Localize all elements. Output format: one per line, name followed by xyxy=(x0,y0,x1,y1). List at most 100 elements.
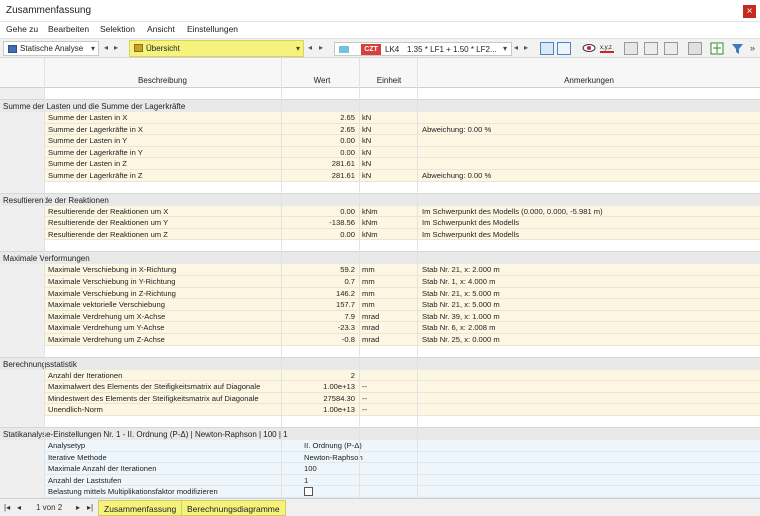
next-analysis-button[interactable]: ▸ xyxy=(114,43,118,52)
table-row[interactable]: Maximalwert des Elements der Steifigkeit… xyxy=(44,381,760,393)
section-header[interactable]: Summe der Lasten und die Summe der Lager… xyxy=(0,99,760,112)
loadcase-select[interactable]: CZT LK4 1.35 * LF1 + 1.50 * LF2... ▾ xyxy=(334,42,512,56)
row-value: 2 xyxy=(350,370,355,380)
row-description: Summe der Lagerkräfte in Y xyxy=(48,147,143,157)
prev-loadcase-button[interactable]: ◂ xyxy=(514,43,518,52)
section-header[interactable]: Maximale Verformungen xyxy=(0,251,760,265)
row-value: 281.61 xyxy=(331,171,355,180)
row-value: 0.00 xyxy=(340,136,355,146)
row-remark: Im Schwerpunkt des Modells xyxy=(422,229,520,239)
row-remark: Stab Nr. 25, x: 0.000 m xyxy=(422,335,500,344)
settings-row[interactable]: Analysetyp II. Ordnung (P-Δ) xyxy=(44,440,760,452)
loadcase-category-badge: CZT xyxy=(361,44,381,55)
table-row[interactable]: Unendlich-Norm 1.00e+13 -- xyxy=(44,404,760,416)
table-rows-icon[interactable] xyxy=(644,42,658,55)
section-header[interactable]: Resultierende der Reaktionen xyxy=(0,192,760,206)
table-row[interactable]: Maximale Verdrehung um Y-Achse -23.3 mrad S… xyxy=(44,322,760,334)
table-row[interactable]: Resultierende der Reaktionen um Z 0.00 kNm… xyxy=(44,228,760,241)
row-description: Maximale Verschiebung in X-Richtung xyxy=(48,265,177,275)
tab-zusammenfassung[interactable]: Zusammenfassung xyxy=(98,500,183,516)
green-export-icon[interactable] xyxy=(710,42,724,55)
first-page-button[interactable]: |◂ xyxy=(4,503,10,512)
table-row[interactable]: Maximale Verdrehung um X-Achse 7.9 mrad Sta… xyxy=(44,310,760,323)
analysis-icon xyxy=(8,45,17,53)
table-row[interactable]: Anzahl der Iterationen 2 xyxy=(44,369,760,382)
view-eye-icon[interactable] xyxy=(582,42,596,55)
settings-row[interactable]: Anzahl der Laststufen 1 xyxy=(44,474,760,487)
chevron-down-icon: ▾ xyxy=(90,44,95,53)
row-value: -0.8 xyxy=(341,335,355,344)
row-description: Resultierende der Reaktionen um Z xyxy=(48,229,168,239)
analysis-type-select[interactable]: Statische Analyse ▾ xyxy=(3,41,99,56)
row-remark: Stab Nr. 21, x: 5.000 m xyxy=(422,288,500,298)
settings-row[interactable]: Iterative Methode Newton-Raphson xyxy=(44,451,760,464)
table-row[interactable]: Summe der Lasten in X 2.65 kN xyxy=(44,112,760,124)
view-select[interactable]: Übersicht ▾ xyxy=(129,40,304,57)
menu-edit[interactable]: Bearbeiten xyxy=(48,24,89,34)
prev-view-button[interactable]: ◂ xyxy=(308,43,312,52)
settings-row[interactable]: Belastung mittels Multiplikationsfaktor … xyxy=(44,486,760,498)
next-loadcase-button[interactable]: ▸ xyxy=(524,43,528,52)
table-row[interactable]: Maximale Verschiebung in Z-Richtung 146.2… xyxy=(44,287,760,300)
row-unit: mrad xyxy=(362,323,380,333)
next-page-button[interactable]: ▸ xyxy=(76,503,80,512)
xyz-axes-icon[interactable]: x,y,z xyxy=(599,42,614,55)
close-icon[interactable]: × xyxy=(743,5,756,18)
menu-settings[interactable]: Einstellungen xyxy=(187,24,238,34)
next-view-button[interactable]: ▸ xyxy=(319,43,323,52)
table-row[interactable]: Maximale vektorielle Verschiebung 157.7 mm… xyxy=(44,299,760,311)
row-description: Maximale Verschiebung in Z-Richtung xyxy=(48,288,176,298)
prev-page-button[interactable]: ◂ xyxy=(17,503,21,512)
row-value: 281.61 xyxy=(331,159,355,169)
menu-goto[interactable]: Gehe zu xyxy=(6,24,38,34)
checkbox-unchecked[interactable] xyxy=(304,487,313,497)
table-icon xyxy=(134,44,143,52)
table-row[interactable]: Maximale Verschiebung in Y-Richtung 0.7 mm… xyxy=(44,276,760,288)
menu-selection[interactable]: Selektion xyxy=(100,24,135,34)
table-row[interactable]: Maximale Verschiebung in X-Richtung 59.2 m… xyxy=(44,264,760,276)
menu-view[interactable]: Ansicht xyxy=(147,24,175,34)
section-title: Summe der Lasten und die Summe der Lager… xyxy=(3,102,186,111)
settings-row[interactable]: Maximale Anzahl der Iterationen 100 xyxy=(44,463,760,475)
filter-select-icon[interactable] xyxy=(557,42,571,55)
table-row[interactable]: Mindestwert des Elements der Steifigkeit… xyxy=(44,392,760,405)
row-remark: Stab Nr. 6, x: 2.008 m xyxy=(422,323,496,333)
row-remark: Stab Nr. 21, x: 2.000 m xyxy=(422,265,500,275)
table-row[interactable]: Summe der Lagerkräfte in Y 0.00 kN xyxy=(44,146,760,159)
col-header-einheit[interactable]: Einheit xyxy=(361,76,417,85)
funnel-filter-icon[interactable] xyxy=(731,42,745,55)
row-unit: -- xyxy=(362,405,368,415)
select-icon[interactable] xyxy=(540,42,554,55)
col-header-anmerkungen[interactable]: Anmerkungen xyxy=(418,76,760,85)
table-row[interactable]: Summe der Lasten in Y 0.00 kN xyxy=(44,135,760,147)
section-title: Resultierende der Reaktionen xyxy=(3,195,109,205)
column-divider xyxy=(417,58,418,498)
settings-section-header[interactable]: Statikanalyse-Einstellungen Nr. 1 - II. … xyxy=(0,427,760,440)
row-description: Summe der Lasten in X xyxy=(48,113,128,122)
loadcase-formula: 1.35 * LF1 + 1.50 * LF2... xyxy=(407,45,497,54)
row-description: Summe der Lagerkräfte in Z xyxy=(48,171,143,180)
column-divider xyxy=(44,58,45,498)
excel-icon[interactable] xyxy=(688,42,702,55)
more-icon[interactable]: » xyxy=(750,43,755,53)
col-header-wert[interactable]: Wert xyxy=(285,76,359,85)
row-description: Summe der Lagerkräfte in X xyxy=(48,124,143,134)
col-header-beschreibung[interactable]: Beschreibung xyxy=(44,76,281,85)
table-row[interactable]: Resultierende der Reaktionen um Y -138.56… xyxy=(44,217,760,229)
table-row[interactable]: Summe der Lasten in Z 281.61 kN xyxy=(44,158,760,170)
table-row[interactable]: Maximale Verdrehung um Z-Achse -0.8 mrad St… xyxy=(44,334,760,346)
table-row[interactable]: Resultierende der Reaktionen um X 0.00 kNm… xyxy=(44,205,760,218)
last-page-button[interactable]: ▸| xyxy=(87,503,93,512)
prev-analysis-button[interactable]: ◂ xyxy=(104,43,108,52)
row-value: 1.00e+13 xyxy=(323,405,355,415)
table-export-icon[interactable] xyxy=(664,42,678,55)
row-remark: Abweichung: 0.00 % xyxy=(422,124,492,134)
row-description: Mindestwert des Elements der Steifigkeit… xyxy=(48,393,259,403)
table-row[interactable]: Summe der Lagerkräfte in X 2.65 kN Abweichu… xyxy=(44,123,760,136)
row-unit: mm xyxy=(362,277,375,286)
table-columns-icon[interactable] xyxy=(624,42,638,55)
section-header[interactable]: Berechnungsstatistik xyxy=(0,356,760,370)
table-row[interactable]: Summe der Lagerkräfte in Z 281.61 kN Abweic… xyxy=(44,170,760,182)
row-value: 2.65 xyxy=(340,124,355,134)
tab-berechnungsdiagramme[interactable]: Berechnungsdiagramme xyxy=(181,500,286,516)
